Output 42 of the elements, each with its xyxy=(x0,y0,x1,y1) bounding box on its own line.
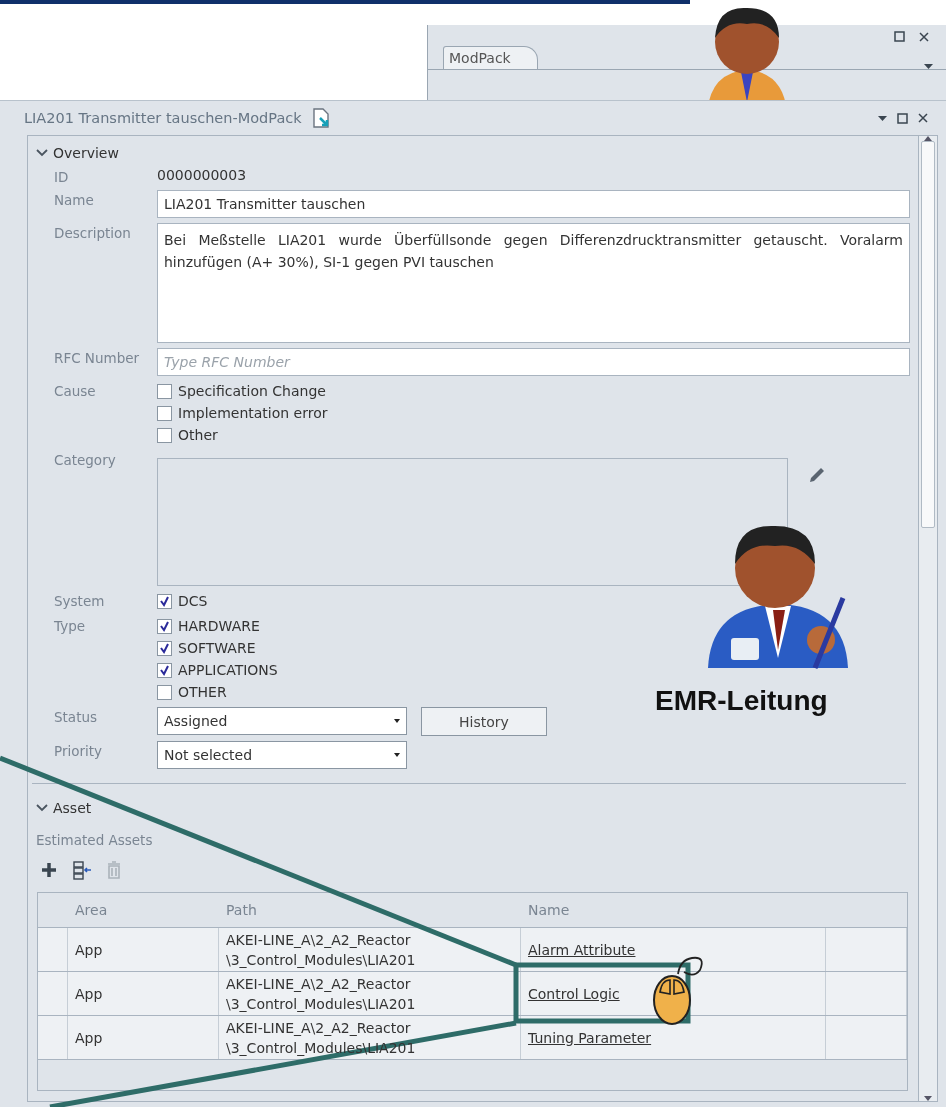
field-label: Type xyxy=(53,617,86,636)
path-text: \3_Control_Modules\LIA201 xyxy=(226,950,416,970)
field-label: Cause xyxy=(53,382,97,401)
path-text: AKEI-LINE_A\2_A2_Reactor xyxy=(226,1018,411,1038)
table-cell: App xyxy=(75,941,103,958)
description-field[interactable]: Bei Meßstelle LIA201 wurde Überfüllsonde gegen Differenzdrucktransmitter getauscht. Voralarm hinzufügen (A+ 30%), SI-1 gegen PVI tauschen xyxy=(157,223,910,343)
field-label: Name xyxy=(53,191,95,210)
checkbox-label[interactable]: SOFTWARE xyxy=(178,638,256,658)
checkbox-label[interactable]: Specification Change xyxy=(178,381,326,401)
tab[interactable]: ModPack xyxy=(443,46,538,69)
id-value: 0000000003 xyxy=(157,167,248,185)
checkbox-label[interactable]: OTHER xyxy=(178,682,227,702)
window-title: LIA201 Transmitter tauschen-ModPack xyxy=(24,110,302,126)
table-cell: App xyxy=(75,985,103,1002)
section-title: Asset xyxy=(53,800,92,816)
field-label: Status xyxy=(53,708,99,727)
path-text: AKEI-LINE_A\2_A2_Reactor xyxy=(226,930,411,950)
checkbox-label[interactable]: APPLICATIONS xyxy=(178,660,278,680)
field-label: Description xyxy=(53,224,132,243)
name-field[interactable]: LIA201 Transmitter tauschen xyxy=(157,190,910,218)
rfc-number-field[interactable]: Type RFC Number xyxy=(157,348,910,376)
field-label: Category xyxy=(53,451,117,470)
field-label: System xyxy=(53,592,106,611)
path-text: \3_Control_Modules\LIA201 xyxy=(226,994,416,1014)
checkbox-label[interactable]: DCS xyxy=(178,591,208,611)
field-label: ID xyxy=(53,168,70,185)
asset-link[interactable]: Control Logic xyxy=(528,985,620,1002)
status-dropdown[interactable]: Assigned xyxy=(157,707,407,735)
subsection-title: Estimated Assets xyxy=(35,831,154,848)
history-button[interactable]: History xyxy=(421,707,547,736)
checkbox-label[interactable]: HARDWARE xyxy=(178,616,260,636)
field-label: RFC Number xyxy=(53,349,141,368)
checkbox-label[interactable]: Implementation error xyxy=(178,403,328,423)
table-cell: App xyxy=(75,1029,103,1046)
asset-link[interactable]: Tuning Parameter xyxy=(528,1029,652,1046)
path-text: AKEI-LINE_A\2_A2_Reactor xyxy=(226,974,411,994)
section-title: Overview xyxy=(53,145,119,161)
asset-link[interactable]: Alarm Attribute xyxy=(528,941,636,958)
checkbox-label[interactable]: Other xyxy=(178,425,218,445)
priority-dropdown[interactable]: Not selected xyxy=(157,741,407,769)
field-label: Priority xyxy=(53,742,104,761)
role-label: EMR-Leitung xyxy=(655,685,828,717)
